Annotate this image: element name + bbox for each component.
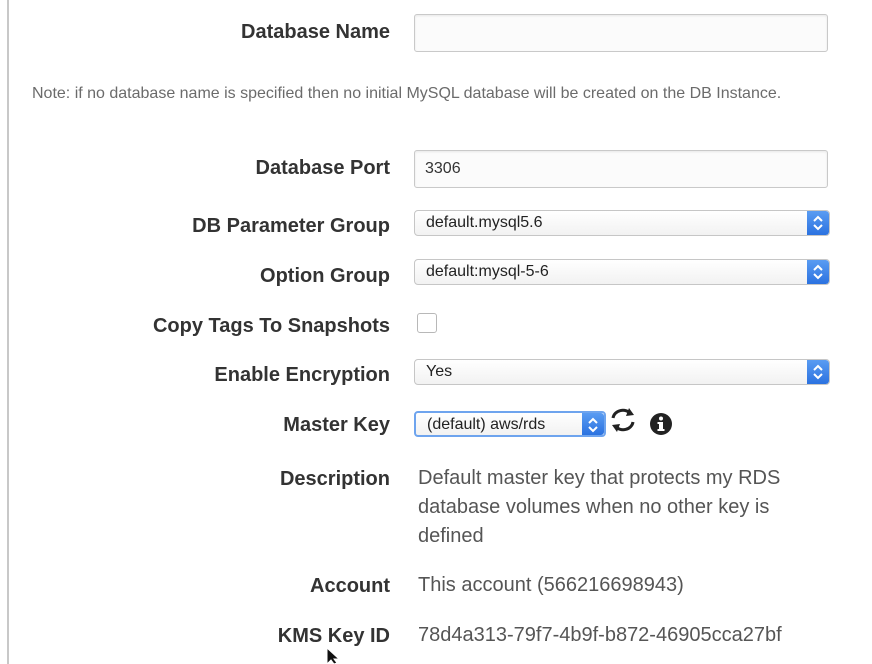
panel-left-border (7, 0, 9, 664)
master-key-select[interactable]: (default) aws/rds (414, 411, 606, 437)
database-port-label: Database Port (255, 157, 391, 179)
description-value: Default master key that protects my RDS … (418, 467, 781, 547)
up-down-chevron-icon[interactable] (807, 211, 829, 235)
option-group-label: Option Group (260, 265, 390, 287)
copy-tags-label: Copy Tags To Snapshots (152, 315, 390, 337)
refresh-icon[interactable] (607, 406, 639, 439)
description-label: Description (279, 468, 390, 490)
up-down-chevron-icon[interactable] (807, 260, 829, 284)
kms-key-id-label: KMS Key ID (277, 625, 390, 647)
master-key-value: (default) aws/rds (427, 416, 546, 433)
database-name-input[interactable] (414, 14, 828, 52)
database-name-label: Database Name (241, 21, 390, 43)
mouse-cursor-icon (326, 646, 342, 664)
account-value: This account (566216698943) (418, 574, 684, 596)
rds-instance-settings-form: Database Name Note: if no database name … (0, 0, 872, 664)
db-parameter-group-label: DB Parameter Group (192, 215, 390, 237)
option-group-select[interactable]: default:mysql-5-6 (414, 259, 830, 285)
enable-encryption-value: Yes (426, 363, 453, 380)
master-key-label: Master Key (283, 414, 390, 436)
db-parameter-group-value: default.mysql5.6 (426, 214, 543, 231)
database-port-input[interactable]: 3306 (414, 150, 828, 188)
database-name-note: Note: if no database name is specified t… (32, 85, 782, 102)
up-down-chevron-icon[interactable] (807, 360, 829, 384)
up-down-chevron-icon[interactable] (582, 413, 604, 435)
enable-encryption-select[interactable]: Yes (414, 359, 830, 385)
enable-encryption-label: Enable Encryption (214, 364, 390, 386)
info-icon[interactable] (649, 412, 673, 441)
kms-key-id-value: 78d4a313-79f7-4b9f-b872-46905cca27bf (418, 624, 782, 646)
account-label: Account (310, 575, 390, 597)
option-group-value: default:mysql-5-6 (426, 263, 549, 280)
db-parameter-group-select[interactable]: default.mysql5.6 (414, 210, 830, 236)
copy-tags-checkbox[interactable] (417, 313, 437, 333)
